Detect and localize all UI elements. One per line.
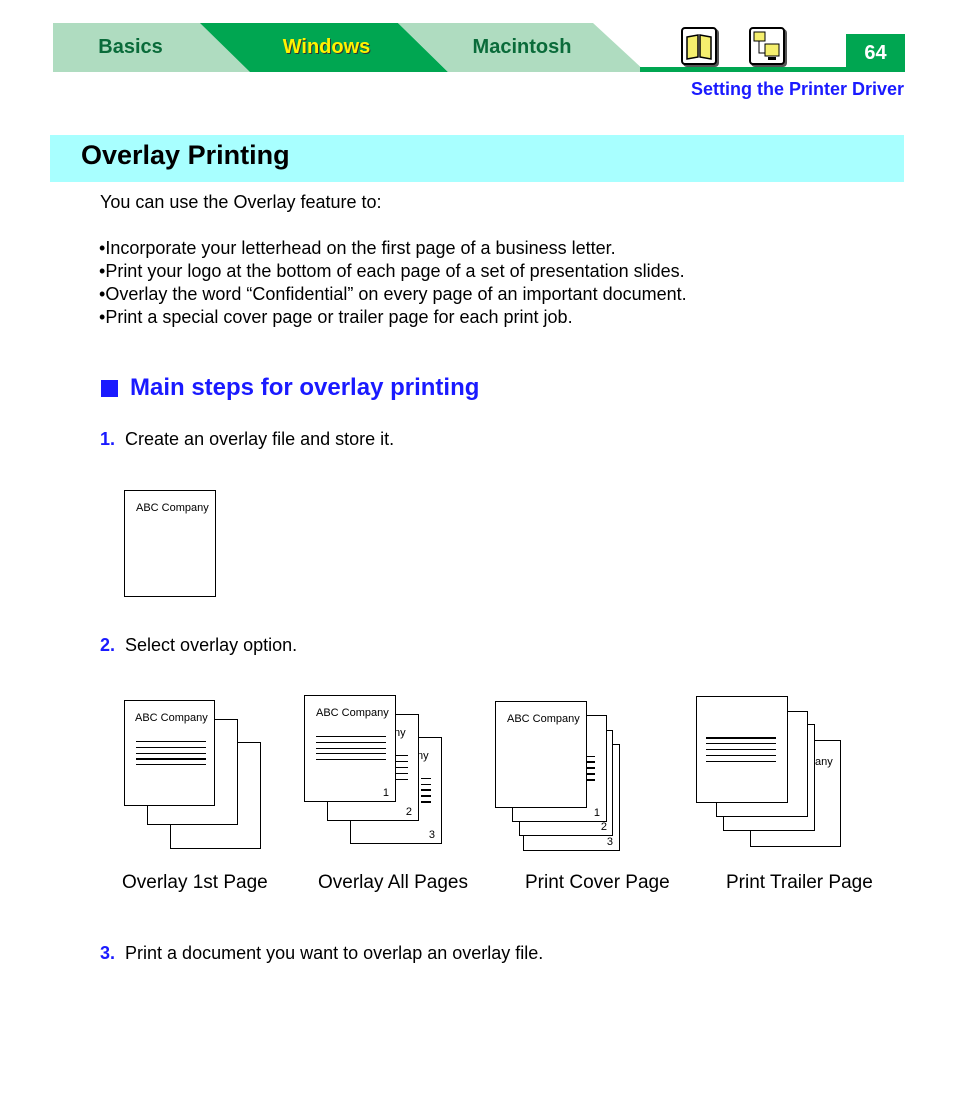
subheading: Main steps for overlay printing	[101, 374, 479, 402]
section-link[interactable]: Setting the Printer Driver	[691, 79, 904, 100]
bullet-item: •Print your logo at the bottom of each p…	[99, 261, 685, 281]
title-band: Overlay Printing	[50, 135, 904, 182]
bullet-item: •Print a special cover page or trailer p…	[99, 307, 573, 327]
caption-overlay-1st-page: Overlay 1st Page	[122, 872, 268, 893]
network-computer-icon[interactable]	[749, 27, 785, 65]
overlay-file-page: ABC Company	[124, 490, 216, 597]
page-number-text: 64	[864, 41, 887, 64]
caption-print-trailer-page: Print Trailer Page	[726, 872, 873, 893]
caption-overlay-all-pages: Overlay All Pages	[318, 872, 468, 893]
square-bullet-icon	[101, 379, 118, 397]
bullet-list: •Incorporate your letterhead on the firs…	[99, 237, 687, 329]
tab-label: Basics	[98, 36, 163, 58]
intro-text: You can use the Overlay feature to:	[100, 192, 382, 212]
tab-label: Macintosh	[472, 36, 572, 58]
step-3: 3. Print a document you want to overlap …	[100, 943, 544, 963]
page-number: 64	[846, 34, 905, 72]
page-title: Overlay Printing	[81, 140, 290, 170]
caption-print-cover-page: Print Cover Page	[525, 872, 670, 893]
book-icon[interactable]	[681, 27, 717, 65]
bullet-item: •Overlay the word “Confidential” on ever…	[99, 284, 687, 304]
tab-label: Windows	[282, 36, 371, 58]
step-1: 1. Create an overlay file and store it.	[100, 429, 395, 449]
bullet-item: •Incorporate your letterhead on the firs…	[99, 238, 616, 258]
subheading-text: Main steps for overlay printing	[130, 374, 480, 401]
step-2: 2. Select overlay option.	[100, 635, 298, 655]
